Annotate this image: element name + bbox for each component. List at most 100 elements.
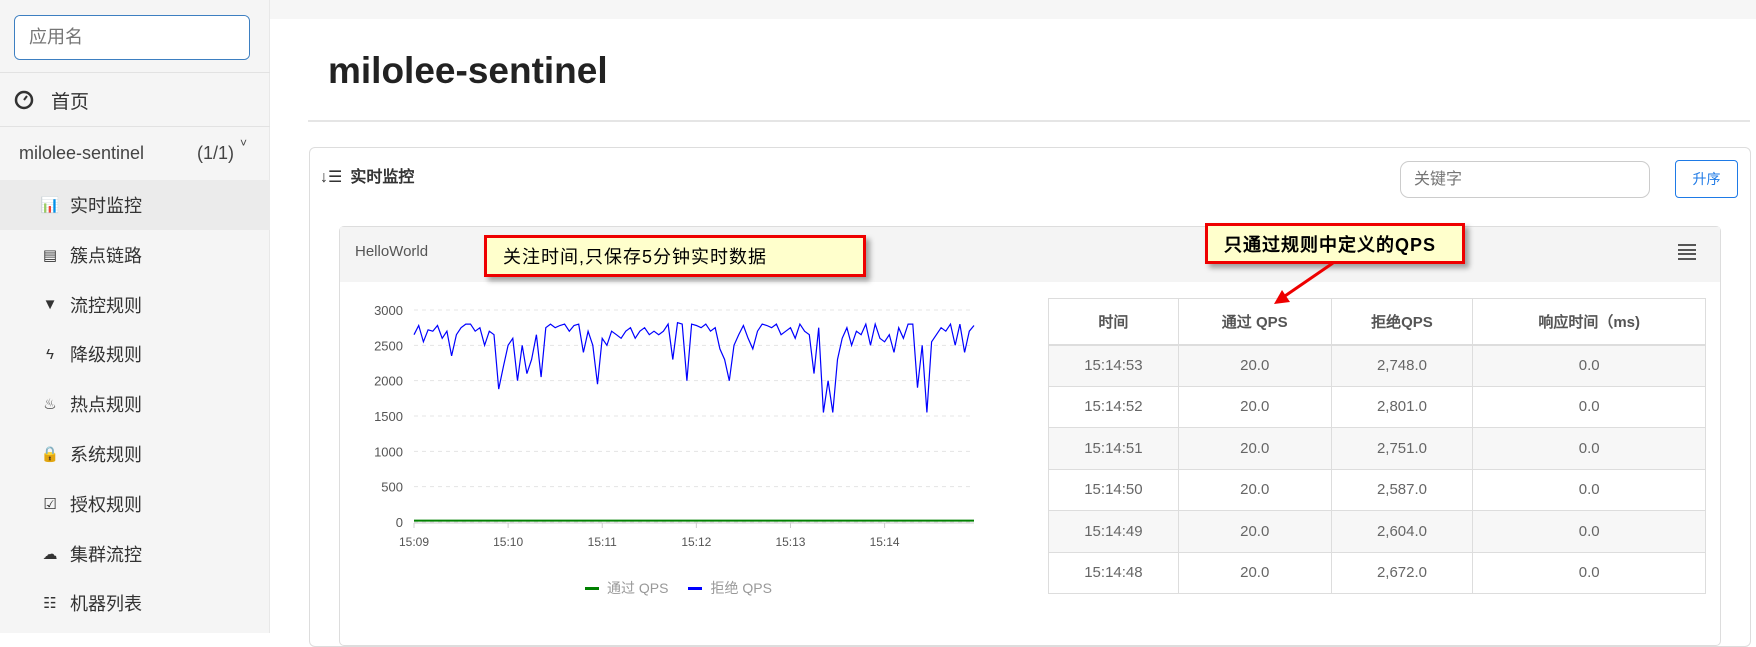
- sort-asc-button[interactable]: 升序: [1675, 160, 1738, 198]
- sidebar-item-0[interactable]: 📊 实时监控: [0, 180, 270, 230]
- keyword-input[interactable]: [1400, 161, 1650, 198]
- table-cell: 0.0: [1472, 551, 1706, 594]
- legend-block[interactable]: 拒绝 QPS: [710, 578, 771, 598]
- table-cell: 2,751.0: [1330, 427, 1474, 470]
- table-cell: 15:14:53: [1048, 344, 1179, 387]
- page-title: milolee-sentinel: [328, 50, 608, 91]
- column-header[interactable]: 拒绝QPS: [1330, 298, 1474, 346]
- table-cell: 2,748.0: [1330, 344, 1474, 387]
- sidebar-item-8[interactable]: ☷ 机器列表: [0, 578, 270, 628]
- y-tick-label: 500: [381, 480, 403, 495]
- table-cell: 0.0: [1472, 344, 1706, 387]
- table-cell: 20.0: [1177, 510, 1332, 553]
- sidebar-item-label: 降级规则: [70, 345, 142, 366]
- sidebar-item-label: 系统规则: [70, 445, 142, 465]
- lock-icon: 🔒: [40, 446, 60, 463]
- sidebar-item-label: 流控规则: [70, 295, 142, 316]
- table-cell: 0.0: [1472, 468, 1706, 511]
- x-tick-label: 15:12: [681, 535, 711, 549]
- table-cell: 20.0: [1177, 551, 1332, 594]
- bar-chart-icon: 📊: [40, 197, 60, 214]
- app-search: 搜索: [14, 15, 250, 60]
- table-cell: 15:14:49: [1048, 510, 1179, 553]
- table-cell: 20.0: [1177, 468, 1332, 511]
- x-tick-label: 15:14: [870, 535, 900, 549]
- table-cell: 2,801.0: [1330, 385, 1474, 428]
- chevron-down-icon: ˅: [240, 136, 248, 150]
- panel-title-text: 实时监控: [350, 169, 415, 186]
- table-cell: 0.0: [1472, 427, 1706, 470]
- table-cell: 15:14:48: [1048, 551, 1179, 594]
- sidebar-item-label: 机器列表: [70, 594, 142, 615]
- x-tick-label: 15:10: [493, 535, 523, 549]
- table-cell: 20.0: [1177, 427, 1332, 470]
- y-tick-label: 1500: [374, 409, 403, 424]
- menu-icon[interactable]: [1678, 244, 1696, 260]
- app-name: milolee-sentinel: [19, 142, 145, 163]
- resource-name: HelloWorld: [355, 243, 429, 260]
- table-row: 15:14:53 20.0 2,748.0 0.0: [1048, 344, 1706, 387]
- x-tick-label: 15:09: [399, 535, 429, 549]
- sidebar-item-2[interactable]: ▼ 流控规则: [0, 280, 270, 330]
- qps-chart: 0 500 1000 1500 2000 2500 3000 15:09 15:10 15:11 1…: [374, 303, 975, 549]
- table-row: 15:14:52 20.0 2,801.0 0.0: [1048, 385, 1706, 428]
- y-tick-label: 2500: [374, 338, 403, 353]
- top-band: [270, 0, 1756, 19]
- table-cell: 2,587.0: [1330, 468, 1474, 511]
- sidebar-item-label: 授权规则: [70, 494, 142, 515]
- table-cell: 0.0: [1472, 510, 1706, 553]
- sidebar-item-5[interactable]: 🔒 系统规则: [0, 429, 270, 479]
- y-tick-label: 2000: [374, 374, 403, 389]
- arrow-icon: [1274, 261, 1334, 304]
- panel-title: ↓☰ 实时监控: [320, 163, 414, 187]
- table-cell: 20.0: [1177, 344, 1332, 387]
- y-tick-label: 3000: [374, 303, 403, 318]
- sidebar-item-label: 热点规则: [70, 395, 142, 416]
- y-tick-label: 0: [396, 515, 403, 530]
- sidebar-item-6[interactable]: ☑ 授权规则: [0, 479, 270, 529]
- app-search-input[interactable]: [15, 16, 249, 59]
- x-tick-label: 15:13: [775, 535, 805, 549]
- column-header[interactable]: 时间: [1048, 298, 1179, 346]
- divider: [308, 120, 1750, 122]
- annotation-time-note: 关注时间,只保存5分钟实时数据: [484, 235, 866, 277]
- table-row: 15:14:48 20.0 2,672.0 0.0: [1048, 551, 1706, 594]
- metrics-table: 时间 通过 QPS 拒绝QPS 响应时间（ms) 15:14:53 20.0 2,748.…: [1048, 298, 1706, 594]
- table-cell: 20.0: [1177, 385, 1332, 428]
- x-tick-label: 15:11: [588, 535, 617, 549]
- th-list-icon: ☷: [43, 595, 57, 613]
- check-square-icon: ☑: [43, 495, 57, 513]
- legend-swatch-block: [688, 586, 703, 590]
- filter-icon: ▼: [42, 296, 58, 314]
- fire-icon: ♨: [43, 396, 57, 414]
- sidebar-item-label: 簇点链路: [70, 245, 142, 266]
- table-cell: 2,672.0: [1330, 551, 1474, 594]
- sort-icon: ↓☰: [320, 169, 343, 186]
- dashboard-icon: [14, 90, 34, 110]
- bolt-icon: ϟ: [46, 345, 54, 363]
- table-row: 15:14:50 20.0 2,587.0 0.0: [1048, 468, 1706, 511]
- divider: [0, 72, 270, 73]
- legend-pass[interactable]: 通过 QPS: [607, 578, 668, 598]
- table-cell: 0.0: [1472, 385, 1706, 428]
- sidebar-item-1[interactable]: ▤ 簇点链路: [0, 230, 270, 280]
- sidebar-item-4[interactable]: ♨ 热点规则: [0, 379, 270, 429]
- sidebar-item-home[interactable]: 首页: [0, 74, 270, 126]
- list-icon: ▤: [42, 246, 58, 264]
- table-row: 15:14:49 20.0 2,604.0 0.0: [1048, 510, 1706, 553]
- table-header-row: 时间 通过 QPS 拒绝QPS 响应时间（ms): [1048, 298, 1706, 346]
- table-row: 15:14:51 20.0 2,751.0 0.0: [1048, 427, 1706, 470]
- y-tick-label: 1000: [374, 444, 403, 459]
- column-header[interactable]: 响应时间（ms): [1472, 298, 1706, 346]
- sidebar-item-label: 实时监控: [70, 196, 142, 216]
- sidebar-app-toggle[interactable]: milolee-sentinel (1/1) ˅: [0, 128, 270, 178]
- sidebar-item-7[interactable]: ☁ 集群流控: [0, 529, 270, 579]
- table-cell: 2,604.0: [1330, 510, 1474, 553]
- sidebar-item-3[interactable]: ϟ 降级规则: [0, 329, 270, 379]
- table-cell: 15:14:50: [1048, 468, 1179, 511]
- home-label: 首页: [51, 91, 90, 113]
- divider: [0, 126, 270, 127]
- legend-swatch-pass: [585, 586, 599, 590]
- table-cell: 15:14:52: [1048, 385, 1179, 428]
- series-line-block-qps: [413, 321, 975, 413]
